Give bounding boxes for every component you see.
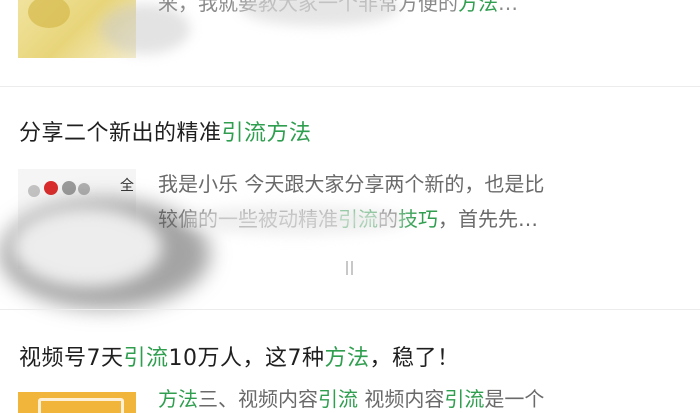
figure-gray-icon xyxy=(62,181,76,195)
article-thumbnail xyxy=(18,392,136,413)
title-text: ，稳了！ xyxy=(369,346,460,371)
blur-artifact xyxy=(240,0,400,26)
figure-gray-icon xyxy=(28,185,40,197)
snippet-highlight: 引流 xyxy=(444,387,485,411)
thumbnail-shape xyxy=(38,398,124,413)
title-text: 视频号7天 xyxy=(19,346,124,371)
article-card-2[interactable]: 分享二个新出的精准引流方法 全 我是小乐 今天跟大家分享两个新的，也是比 较偏的… xyxy=(0,87,700,309)
snippet-highlight: 引流 xyxy=(318,387,358,411)
figure-red-icon xyxy=(44,181,58,195)
title-highlight: 方法 xyxy=(324,346,370,371)
title-highlight: 引流 xyxy=(123,346,169,371)
snippet-text: 三、视频内容 xyxy=(198,387,318,411)
blur-artifact xyxy=(12,207,162,287)
article-snippet: 方法三、视频内容引流 视频内容引流是一个 xyxy=(158,382,678,413)
snippet-text: ，首先先… xyxy=(438,207,538,231)
scroll-mark xyxy=(346,261,348,275)
title-text: 分享二个新出的精准 xyxy=(19,121,222,146)
title-highlight: 引流方法 xyxy=(221,121,312,146)
article-snippet: 来，我就要教大家一个非常方便的方法… xyxy=(158,0,678,21)
snippet-text: 视频内容 xyxy=(358,387,445,411)
snippet-ellipsis: … xyxy=(498,0,518,15)
article-title[interactable]: 视频号7天引流10万人，这7种方法，稳了！ xyxy=(19,340,460,372)
figure-gray-icon xyxy=(78,183,90,195)
thumbnail-label: 全 xyxy=(120,178,134,194)
title-text: 10万人，这7种 xyxy=(168,346,325,371)
snippet-highlight: 方法 xyxy=(458,0,498,15)
snippet-highlight: 方法 xyxy=(158,387,198,411)
scroll-mark xyxy=(351,261,353,275)
snippet-line: 我是小乐 今天跟大家分享两个新的，也是比 xyxy=(158,172,545,196)
article-title[interactable]: 分享二个新出的精准引流方法 xyxy=(19,115,312,147)
blur-artifact xyxy=(180,205,410,235)
snippet-text: 是一个 xyxy=(484,387,545,411)
search-results-page: 来，我就要教大家一个非常方便的方法… 分享二个新出的精准引流方法 全 我是小乐 … xyxy=(0,0,700,413)
article-card-1[interactable]: 来，我就要教大家一个非常方便的方法… xyxy=(0,0,700,86)
article-card-3[interactable]: 视频号7天引流10万人，这7种方法，稳了！ 方法三、视频内容引流 视频内容引流是… xyxy=(0,310,700,413)
thumbnail-shape xyxy=(28,0,70,28)
